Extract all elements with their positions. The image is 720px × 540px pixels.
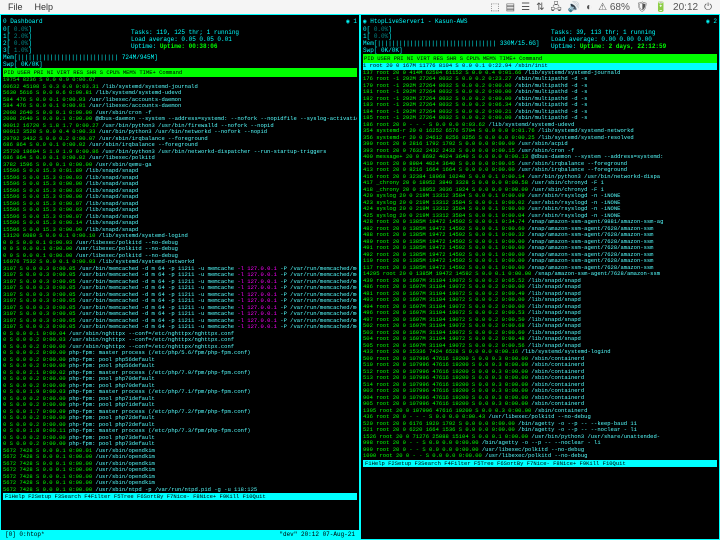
tray-icon[interactable]: ⚠ 68% (598, 4, 630, 11)
function-keys[interactable]: F1Help F2Setup F3Search F4Filter F5Tree … (363, 460, 717, 467)
menu-file[interactable]: File (8, 4, 23, 11)
system-tray: ⬚ ▤ ☰ ⇅ 🖧 🔊 ◐ ⚠ 68% 🛡 🔋 20:12 ⏻ (490, 4, 712, 11)
cpu1: 1[ (3, 33, 10, 40)
cpu2: 2[ (3, 40, 10, 47)
mem-meter: Mem[|||||||||||||||||||||||||||| 724M/94… (3, 54, 357, 61)
tray-icon[interactable]: ◐ (586, 4, 592, 11)
tray-icon[interactable]: 🖧 (550, 4, 561, 11)
terminal-split: 0 Dashboard ◉ 1 0[ 0.0%] 1[ 2.0%] 2[ 0.0… (0, 14, 720, 540)
status-left: [0] 0:htop* (5, 531, 45, 538)
process-list[interactable]: 1 root 20 0 167M 11776 8104 S 0.0 0.1 0:… (363, 63, 717, 460)
tray-icon[interactable]: ▤ (506, 4, 515, 11)
tray-icon[interactable]: ⇅ (536, 4, 544, 11)
column-header[interactable]: PID USER PRI NI VIRT RES SHR S CPU% MEM%… (3, 68, 357, 77)
task-summary: Tasks: 119, 125 thr; 1 running Load aver… (131, 29, 239, 50)
function-keys[interactable]: F1Help F2Setup F3Search F4Filter F5Tree … (3, 493, 357, 500)
cpu1: 1[ (363, 33, 370, 40)
tray-icon[interactable]: 🛡 (636, 4, 649, 11)
tray-icon[interactable]: ⬚ (490, 4, 499, 11)
tmux-statusbar: [0] 0:htop* "dev" 20:12 07-Aug-21 (1, 530, 359, 539)
swap-meter: Swp[ 0K/0K] (3, 61, 357, 68)
tray-icon[interactable]: 🔋 (655, 4, 667, 11)
pane-title: ◉ HtopLiveServer1 - Kasun-AWS (363, 18, 467, 25)
loadavg: Load average: 0.00 0.00 0.00 (551, 36, 666, 43)
status-right: "dev" 20:12 07-Aug-21 (279, 531, 355, 538)
htop-right-pane[interactable]: ◉ HtopLiveServer1 - Kasun-AWS ◉ 2 0[ 0.0… (360, 14, 720, 540)
cpu3: 3[ (3, 47, 10, 54)
pane-header: 0 Dashboard ◉ 1 (3, 17, 357, 26)
tray-icon[interactable]: 🔊 (568, 4, 580, 11)
uptime: Uptime: 2 days, 22:12:59 (580, 43, 666, 50)
cpu0: 0[ (3, 26, 10, 33)
cpu0: 0[ (363, 26, 370, 33)
pane-header: ◉ HtopLiveServer1 - Kasun-AWS ◉ 2 (363, 17, 717, 26)
clock[interactable]: 20:12 (673, 4, 698, 11)
menu-help[interactable]: Help (35, 4, 54, 11)
loadavg: Load average: 0.05 0.05 0.01 (131, 36, 239, 43)
column-header[interactable]: PID USER PRI NI VIRT RES SHR S CPU% MEM%… (363, 54, 717, 63)
os-menubar: File Help ⬚ ▤ ☰ ⇅ 🖧 🔊 ◐ ⚠ 68% 🛡 🔋 20:12 … (0, 0, 720, 14)
uptime: Uptime: 00:38:06 (160, 43, 218, 50)
tasks: Tasks: 119, 125 thr; 1 running (131, 29, 239, 36)
tray-icon[interactable]: ⏻ (704, 4, 712, 11)
tray-icon[interactable]: ☰ (521, 4, 530, 11)
pane-index: ◉ 2 (706, 18, 717, 25)
htop-left-pane[interactable]: 0 Dashboard ◉ 1 0[ 0.0%] 1[ 2.0%] 2[ 0.0… (0, 14, 360, 540)
pane-index: ◉ 1 (346, 18, 357, 25)
tasks: Tasks: 39, 113 thr; 1 running (551, 29, 666, 36)
task-summary: Tasks: 39, 113 thr; 1 running Load avera… (551, 29, 666, 50)
process-list[interactable]: 19754 8236 S 0.0 0.9 0:00.67 60632 45108… (3, 77, 357, 493)
pane-title: 0 Dashboard (3, 18, 43, 25)
